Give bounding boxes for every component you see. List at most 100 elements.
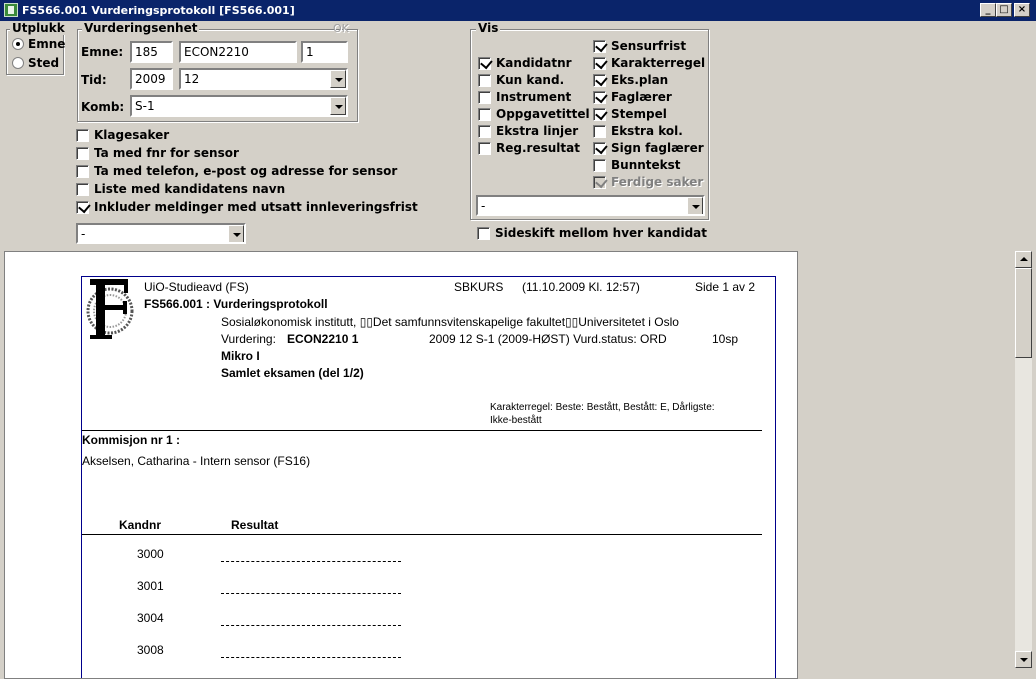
app-icon [4, 3, 18, 17]
vis-left-0-label: Kandidatnr [496, 56, 572, 70]
scroll-down-icon[interactable] [1015, 651, 1032, 668]
report-title: FS566.001 : Vurderingsprotokoll [144, 297, 328, 311]
column-header-resultat: Resultat [231, 518, 279, 532]
vis-left-3-checkbox[interactable] [478, 108, 491, 121]
report-vurdering-info: 2009 12 S-1 (2009-HØST) Vurd.status: ORD [429, 332, 667, 346]
vis-right-8-label: Ferdige saker [611, 175, 704, 189]
report-vurdering-label: Vurdering: [221, 332, 276, 346]
report-credits: 10sp [712, 332, 739, 346]
divider [82, 430, 762, 431]
divider [82, 534, 762, 535]
vis-right-7-checkbox[interactable] [593, 159, 606, 172]
bottom-select[interactable]: - [76, 223, 246, 244]
bottom-select-value: - [81, 227, 86, 241]
candidate-number: 3004 [137, 611, 164, 625]
vis-right-3-checkbox[interactable] [593, 91, 606, 104]
vis-right-1-label: Karakterregel [611, 56, 706, 70]
radio-emne[interactable] [12, 38, 24, 50]
fs-logo-icon [86, 279, 134, 339]
report-system: SBKURS [454, 280, 504, 294]
column-header-kandnr: Kandnr [119, 518, 161, 532]
vis-left-5-checkbox[interactable] [478, 142, 491, 155]
result-line [221, 593, 401, 594]
option-4-checkbox[interactable] [76, 201, 89, 214]
option-3-label: Liste med kandidatens navn [94, 182, 286, 196]
radio-sted-label: Sted [28, 56, 60, 70]
report-kommisjon: Kommisjon nr 1 : [82, 433, 181, 447]
candidate-number: 3008 [137, 643, 164, 657]
option-2-checkbox[interactable] [76, 165, 89, 178]
option-0-checkbox[interactable] [76, 129, 89, 142]
vis-left-0-checkbox[interactable] [478, 57, 491, 70]
vertical-scrollbar[interactable] [1015, 251, 1032, 668]
vis-left-1-checkbox[interactable] [478, 74, 491, 87]
option-3-checkbox[interactable] [76, 183, 89, 196]
result-line [221, 561, 401, 562]
emne-name-field[interactable]: ECON2210 [179, 41, 297, 63]
vis-right-2-label: Eks.plan [611, 73, 669, 87]
vis-left-2-label: Instrument [496, 90, 572, 104]
vis-left-3-label: Oppgavetittel [496, 107, 590, 121]
utplukk-caption: Utplukk [10, 21, 67, 35]
vis-left-5-label: Reg.resultat [496, 141, 580, 155]
report-sensor: Akselsen, Catharina - Intern sensor (FS1… [82, 454, 311, 468]
tid-term-select[interactable]: 12 [179, 68, 348, 90]
candidate-number: 3000 [137, 547, 164, 561]
maximize-icon: □ [999, 4, 1009, 15]
report-preview[interactable]: UiO-Studieavd (FS) SBKURS (11.10.2009 Kl… [4, 251, 798, 679]
close-button[interactable]: × [1014, 3, 1030, 17]
chevron-down-icon[interactable] [330, 70, 346, 88]
ok-button[interactable]: OK [333, 22, 349, 35]
vis-left-1-label: Kun kand. [496, 73, 565, 87]
vis-select-value: - [481, 199, 486, 213]
vis-select[interactable]: - [476, 195, 705, 216]
report-course-name: Mikro I [221, 349, 260, 363]
chevron-down-icon[interactable] [228, 225, 244, 242]
radio-emne-label: Emne [28, 37, 66, 51]
emne-version-field[interactable]: 1 [301, 41, 348, 63]
vis-right-3-label: Faglærer [611, 90, 672, 104]
vis-right-2-checkbox[interactable] [593, 74, 606, 87]
report-page: UiO-Studieavd (FS) SBKURS (11.10.2009 Kl… [81, 276, 776, 678]
result-line [221, 625, 401, 626]
option-1-label: Ta med fnr for sensor [94, 146, 239, 160]
chevron-down-icon[interactable] [687, 197, 703, 214]
vis-left-2-checkbox[interactable] [478, 91, 491, 104]
sideskift-checkbox[interactable] [477, 227, 490, 240]
tid-year-field[interactable]: 2009 [130, 68, 173, 90]
vis-right-4-label: Stempel [611, 107, 667, 121]
vis-right-0-label: Sensurfrist [611, 39, 687, 53]
report-karakterregel-1: Karakterregel: Beste: Bestått, Bestått: … [490, 402, 715, 413]
vis-right-5-checkbox[interactable] [593, 125, 606, 138]
report-institution: Sosialøkonomisk institutt, ▯▯Det samfunn… [221, 315, 679, 329]
emne-code-field[interactable]: 185 [130, 41, 173, 63]
vis-right-0-checkbox[interactable] [593, 40, 606, 53]
vis-right-1-checkbox[interactable] [593, 57, 606, 70]
vis-left-4-checkbox[interactable] [478, 125, 491, 138]
komb-select[interactable]: S-1 [130, 95, 348, 117]
close-icon: × [1017, 4, 1027, 15]
sideskift-label: Sideskift mellom hver kandidat [495, 226, 707, 240]
emne-label: Emne: [81, 45, 124, 59]
result-line [221, 657, 401, 658]
report-karakterregel-2: Ikke-bestått [490, 415, 542, 426]
window-title: FS566.001 Vurderingsprotokoll [FS566.001… [22, 4, 295, 17]
minimize-icon: _ [985, 4, 991, 15]
report-page-number: Side 1 av 2 [695, 280, 756, 294]
scroll-up-icon[interactable] [1015, 251, 1032, 268]
vis-right-6-checkbox[interactable] [593, 142, 606, 155]
radio-sted[interactable] [12, 57, 24, 69]
vis-right-5-label: Ekstra kol. [611, 124, 683, 138]
option-1-checkbox[interactable] [76, 147, 89, 160]
window-title-bar[interactable]: FS566.001 Vurderingsprotokoll [FS566.001… [0, 0, 1036, 21]
report-vurdering-code: ECON2210 1 [287, 332, 359, 346]
komb-label: Komb: [81, 100, 125, 114]
report-timestamp: (11.10.2009 Kl. 12:57) [522, 280, 640, 294]
vis-right-4-checkbox[interactable] [593, 108, 606, 121]
maximize-button[interactable]: □ [996, 3, 1012, 17]
minimize-button[interactable]: _ [980, 3, 996, 17]
tid-term-value: 12 [184, 72, 200, 86]
option-4-label: Inkluder meldinger med utsatt innleverin… [94, 200, 418, 214]
scroll-thumb[interactable] [1015, 268, 1032, 358]
chevron-down-icon[interactable] [330, 97, 346, 115]
